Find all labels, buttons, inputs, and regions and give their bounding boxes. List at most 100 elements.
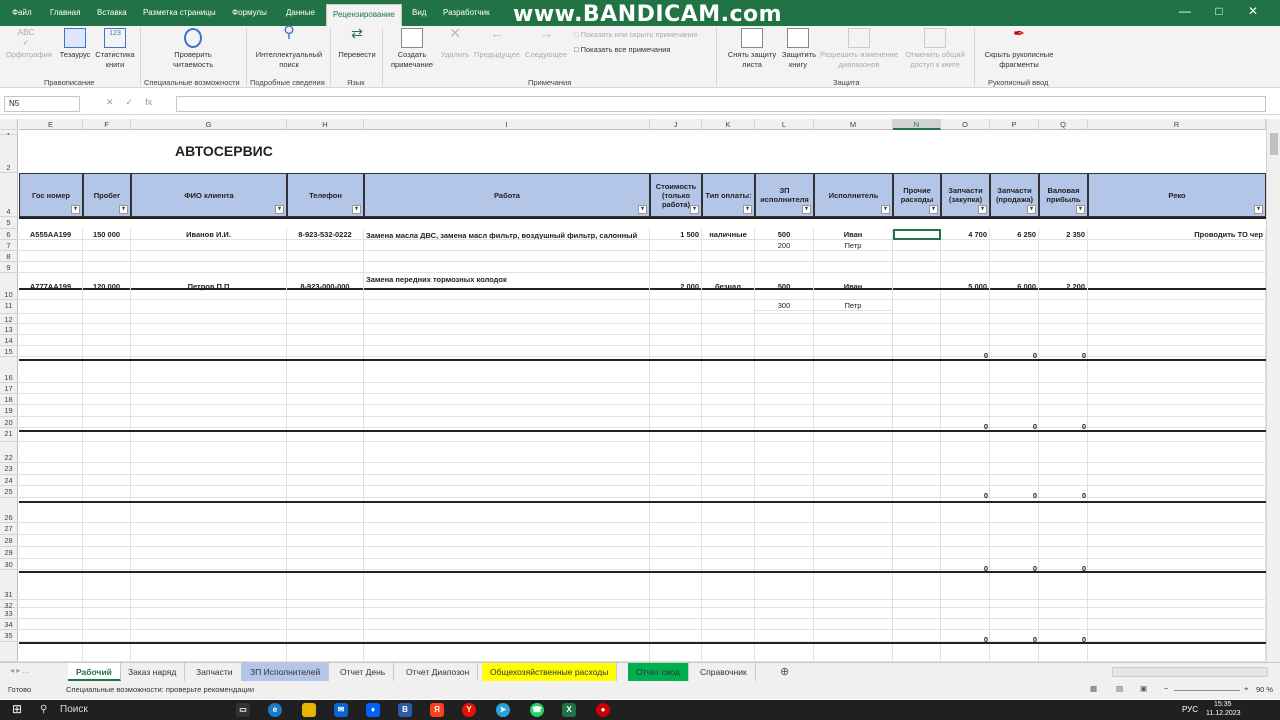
grid-cell[interactable] (990, 608, 1039, 619)
maximize-icon[interactable]: □ (1202, 4, 1236, 18)
grid-cell[interactable] (941, 547, 990, 559)
grid-cell[interactable] (364, 346, 650, 357)
grid-cell[interactable] (755, 475, 814, 486)
grid-cell[interactable] (755, 262, 814, 273)
zoom-slider[interactable] (1174, 690, 1240, 691)
search-icon[interactable]: ⚲ (40, 704, 47, 715)
tab-page-layout[interactable]: Разметка страницы (143, 0, 216, 26)
record-cell[interactable]: 500 (755, 229, 814, 240)
grid-cell[interactable] (650, 570, 702, 600)
grid-cell[interactable] (83, 642, 131, 662)
horizontal-scrollbar[interactable] (1112, 667, 1268, 677)
grid-cell[interactable] (1088, 273, 1266, 300)
grid-cell[interactable] (755, 547, 814, 559)
grid-cell[interactable] (83, 463, 131, 475)
grid-cell[interactable] (19, 535, 83, 547)
record-cell[interactable]: 4 700 (941, 229, 990, 240)
grid-cell[interactable] (364, 642, 650, 662)
row-header-2[interactable]: 2 (0, 135, 18, 173)
grid-cell[interactable] (287, 486, 364, 498)
grid-cell[interactable] (941, 523, 990, 535)
grid-cell[interactable] (1088, 417, 1266, 428)
grid-cell[interactable] (702, 417, 755, 428)
grid-cell[interactable] (814, 383, 893, 394)
row-header-28[interactable]: 28 (0, 535, 18, 547)
grid-cell[interactable] (755, 570, 814, 600)
grid-cell[interactable] (650, 619, 702, 630)
grid-cell[interactable] (755, 608, 814, 619)
grid-cell[interactable] (19, 417, 83, 428)
grid-cell[interactable] (1088, 394, 1266, 405)
grid-cell[interactable] (702, 240, 755, 251)
show-all-comments-toggle[interactable]: □ Показать все примечания (574, 45, 670, 54)
grid-cell[interactable] (650, 335, 702, 346)
total-cell[interactable]: 0 (990, 421, 1039, 433)
grid-cell[interactable] (19, 240, 83, 251)
record-cell[interactable]: 500 (755, 273, 814, 300)
word-icon[interactable]: B (398, 703, 412, 717)
grid-cell[interactable] (814, 547, 893, 559)
record-cell[interactable]: 1 500 (650, 229, 702, 240)
grid-cell[interactable] (364, 463, 650, 475)
grid-cell[interactable] (990, 405, 1039, 417)
grid-cell[interactable] (19, 394, 83, 405)
column-header-Q[interactable]: Q (1039, 119, 1088, 130)
column-header-R[interactable]: R (1088, 119, 1266, 130)
grid-cell[interactable] (131, 475, 287, 486)
grid-cell[interactable] (364, 314, 650, 324)
column-header-N[interactable]: N (893, 119, 941, 130)
grid-cell[interactable] (287, 324, 364, 335)
grid-cell[interactable] (131, 346, 287, 357)
grid-cell[interactable] (364, 523, 650, 535)
row-header-16[interactable]: 16 (0, 357, 18, 383)
grid-cell[interactable] (650, 463, 702, 475)
grid-cell[interactable] (1088, 570, 1266, 600)
grid-cell[interactable] (19, 442, 83, 463)
grid-cell[interactable] (941, 300, 990, 314)
grid-cell[interactable] (702, 570, 755, 600)
grid-cell[interactable] (755, 442, 814, 463)
grid-cell[interactable] (83, 314, 131, 324)
grid-cell[interactable] (364, 442, 650, 463)
grid-cell[interactable] (287, 642, 364, 662)
grid-cell[interactable] (1039, 523, 1088, 535)
grid-cell[interactable] (1039, 300, 1088, 314)
grid-cell[interactable] (364, 383, 650, 394)
grid-cell[interactable] (650, 346, 702, 357)
grid-cell[interactable] (702, 383, 755, 394)
grid-cell[interactable] (941, 262, 990, 273)
grid-cell[interactable] (650, 600, 702, 608)
grid-cell[interactable] (1088, 251, 1266, 262)
grid-cell[interactable] (941, 240, 990, 251)
grid-cell[interactable] (814, 442, 893, 463)
column-header-H[interactable]: H (287, 119, 364, 130)
new-comment-button[interactable]: Создать примечание (386, 28, 438, 70)
grid-cell[interactable] (650, 405, 702, 417)
formula-input[interactable] (176, 96, 1266, 112)
dropbox-icon[interactable]: ♦ (366, 703, 380, 717)
grid-cell[interactable] (650, 535, 702, 547)
grid-cell[interactable] (364, 262, 650, 273)
sheet-tab[interactable]: Справочник (692, 663, 756, 681)
grid-cell[interactable] (1088, 314, 1266, 324)
grid-cell[interactable] (364, 630, 650, 642)
grid-cell[interactable] (19, 486, 83, 498)
grid-cell[interactable] (650, 314, 702, 324)
row-header-12[interactable]: 12 (0, 314, 18, 324)
grid-cell[interactable] (893, 251, 941, 262)
unshare-workbook-button[interactable]: Отменить общий доступ к книге (902, 28, 968, 70)
row-header-21[interactable]: 21 (0, 428, 18, 442)
grid-cell[interactable] (650, 262, 702, 273)
workbook-stats-button[interactable]: 123 Статистика книги (94, 28, 136, 70)
grid-cell[interactable] (19, 324, 83, 335)
grid-cell[interactable] (131, 642, 287, 662)
grid-cell[interactable] (1088, 608, 1266, 619)
grid-cell[interactable] (287, 619, 364, 630)
grid-cell[interactable] (893, 642, 941, 662)
filter-dropdown-icon[interactable]: ▾ (1254, 205, 1263, 214)
grid-cell[interactable] (364, 335, 650, 346)
clock-date[interactable]: 11.12.2023 (1206, 710, 1241, 717)
grid-cell[interactable] (893, 523, 941, 535)
row-header-32[interactable]: 32 (0, 600, 18, 610)
row-header-17[interactable]: 17 (0, 383, 18, 394)
